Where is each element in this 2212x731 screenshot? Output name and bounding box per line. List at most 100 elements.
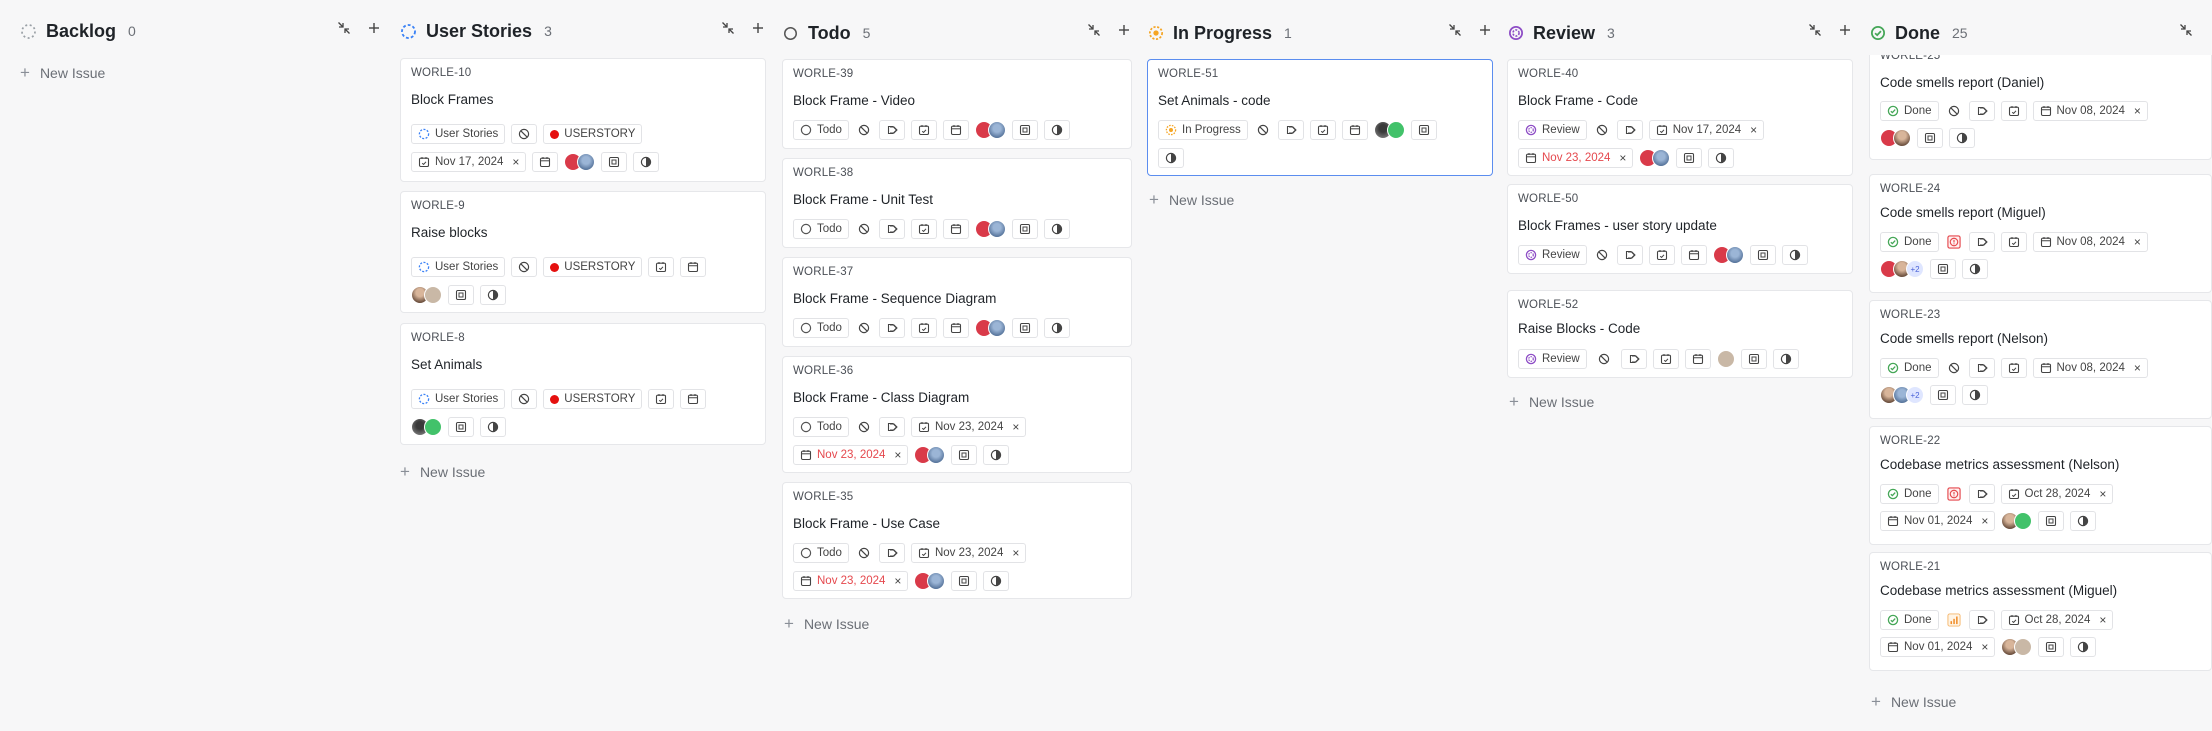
issue-card[interactable]: WORLE-38 Block Frame - Unit Test Todo [782, 158, 1132, 248]
priority-chip[interactable] [854, 318, 873, 338]
module-chip[interactable] [601, 152, 628, 172]
priority-chip[interactable] [854, 543, 873, 563]
collapse-column-icon[interactable] [720, 20, 736, 36]
label-chip[interactable] [878, 219, 905, 239]
clear-date-icon[interactable]: × [1981, 640, 1988, 654]
issue-card[interactable]: WORLE-22 Codebase metrics assessment (Ne… [1869, 426, 2212, 545]
assignees[interactable] [914, 572, 946, 590]
clear-date-icon[interactable]: × [512, 155, 519, 169]
collapse-column-icon[interactable] [2178, 22, 2194, 38]
cycle-chip[interactable] [1949, 128, 1975, 148]
cycle-chip[interactable] [1781, 245, 1808, 265]
module-chip[interactable] [448, 417, 474, 437]
module-chip[interactable] [1740, 349, 1767, 369]
state-chip[interactable]: Review [1518, 349, 1587, 369]
due-date-chip[interactable] [532, 152, 559, 172]
start-date-chip[interactable] [2000, 101, 2027, 121]
module-chip[interactable] [1410, 120, 1437, 140]
state-chip[interactable]: Done [1880, 610, 1939, 630]
module-chip[interactable] [1917, 128, 1943, 148]
issue-card[interactable]: WORLE-52 Raise Blocks - Code Review [1507, 290, 1853, 378]
assignees[interactable]: +2 [1880, 260, 1924, 278]
due-date-chip[interactable]: Nov 23, 2024 × [793, 571, 909, 591]
start-date-chip[interactable] [1648, 245, 1675, 265]
due-date-chip[interactable] [680, 257, 707, 277]
label-chip[interactable] [878, 120, 905, 140]
priority-chip[interactable] [1944, 232, 1963, 252]
add-issue-icon[interactable] [1116, 22, 1132, 38]
state-chip[interactable]: Done [1880, 232, 1939, 252]
assignees[interactable] [411, 286, 442, 304]
assignees[interactable] [1373, 121, 1405, 139]
collapse-column-icon[interactable] [1807, 22, 1823, 38]
issue-card[interactable]: WORLE-36 Block Frame - Class Diagram Tod… [782, 356, 1132, 473]
clear-date-icon[interactable]: × [894, 574, 901, 588]
state-chip[interactable]: Review [1518, 245, 1587, 265]
priority-chip[interactable] [511, 389, 538, 409]
due-date-chip[interactable] [942, 120, 969, 140]
cycle-chip[interactable] [480, 285, 506, 305]
assignees[interactable] [1880, 129, 1911, 147]
issue-card[interactable]: WORLE-8 Set Animals User Stories USERSTO… [400, 323, 766, 445]
start-date-chip[interactable]: Nov 17, 2024 × [1648, 120, 1765, 140]
clear-date-icon[interactable]: × [1012, 546, 1019, 560]
state-chip[interactable]: Todo [793, 543, 849, 563]
label-chip[interactable] [1616, 245, 1643, 265]
label-chip[interactable] [878, 417, 905, 437]
issue-card[interactable]: WORLE-10 Block Frames User Stories USERS… [400, 58, 766, 182]
issue-card[interactable]: WORLE-24 Code smells report (Miguel) Don… [1869, 174, 2212, 293]
assignees[interactable] [974, 220, 1006, 238]
state-chip[interactable]: Todo [793, 120, 849, 140]
state-chip[interactable]: Review [1518, 120, 1587, 140]
start-date-chip[interactable] [1652, 349, 1679, 369]
label-chip[interactable] [1968, 232, 1995, 252]
collapse-column-icon[interactable] [1447, 22, 1463, 38]
priority-chip[interactable] [511, 257, 538, 277]
label-chip[interactable] [1277, 120, 1304, 140]
assignees[interactable] [1716, 350, 1735, 368]
start-date-chip[interactable] [910, 120, 937, 140]
module-chip[interactable] [1749, 245, 1776, 265]
label-chip[interactable]: USERSTORY [543, 124, 643, 144]
cycle-chip[interactable] [1158, 148, 1184, 168]
cycle-chip[interactable] [480, 417, 506, 437]
start-date-chip[interactable] [648, 389, 675, 409]
state-chip[interactable]: Done [1880, 101, 1939, 121]
clear-date-icon[interactable]: × [1981, 514, 1988, 528]
assignees[interactable] [1712, 246, 1744, 264]
priority-chip[interactable] [1592, 245, 1611, 265]
clear-date-icon[interactable]: × [2134, 235, 2141, 249]
clear-date-icon[interactable]: × [2099, 613, 2106, 627]
add-issue-icon[interactable] [1477, 22, 1493, 38]
due-date-chip[interactable] [680, 389, 707, 409]
issue-card[interactable]: WORLE-9 Raise blocks User Stories USERST… [400, 191, 766, 313]
assignees[interactable] [411, 418, 442, 436]
add-issue-icon[interactable] [750, 20, 766, 36]
cycle-chip[interactable] [1962, 385, 1988, 405]
clear-date-icon[interactable]: × [2134, 361, 2141, 375]
due-date-chip[interactable]: Nov 01, 2024 × [1880, 511, 1996, 531]
label-chip[interactable]: USERSTORY [543, 257, 643, 277]
cycle-chip[interactable] [1708, 148, 1735, 168]
label-chip[interactable]: USERSTORY [543, 389, 643, 409]
module-chip[interactable] [951, 445, 978, 465]
label-chip[interactable] [1968, 484, 1995, 504]
priority-chip[interactable] [1253, 120, 1272, 140]
issue-card[interactable]: WORLE-37 Block Frame - Sequence Diagram … [782, 257, 1132, 347]
state-chip[interactable]: Todo [793, 318, 849, 338]
new-issue-button[interactable]: + New Issue [1149, 190, 1234, 210]
cycle-chip[interactable] [1772, 349, 1799, 369]
priority-chip[interactable] [1944, 358, 1963, 378]
state-chip[interactable]: User Stories [411, 124, 506, 144]
priority-chip[interactable] [854, 219, 873, 239]
due-date-chip[interactable]: Nov 23, 2024 × [793, 445, 909, 465]
state-chip[interactable]: Done [1880, 358, 1939, 378]
new-issue-button[interactable]: + New Issue [784, 614, 869, 634]
issue-card[interactable]: WORLE-21 Codebase metrics assessment (Mi… [1869, 552, 2212, 671]
label-chip[interactable] [1968, 358, 1995, 378]
label-chip[interactable] [878, 318, 905, 338]
cycle-chip[interactable] [2070, 511, 2097, 531]
start-date-chip[interactable]: Nov 23, 2024 × [910, 417, 1027, 437]
state-chip[interactable]: Todo [793, 417, 849, 437]
clear-date-icon[interactable]: × [1012, 420, 1019, 434]
